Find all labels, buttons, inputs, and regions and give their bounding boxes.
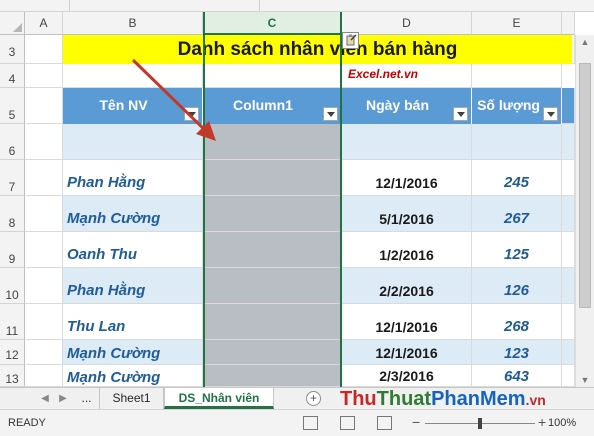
tab-prev-icon[interactable]: ◀ xyxy=(36,388,54,409)
watermark-part-1: Thu xyxy=(340,388,377,410)
watermark-part-3: PhanMem xyxy=(431,388,526,410)
status-ready: READY xyxy=(8,417,46,429)
watermark-part-2: Thuat xyxy=(376,388,432,410)
zoom-out-icon[interactable]: − xyxy=(412,414,420,430)
zoom-slider-knob[interactable] xyxy=(478,418,482,429)
page-break-icon[interactable] xyxy=(377,416,392,430)
zoom-level[interactable]: 100% xyxy=(548,417,576,429)
annotation-arrow-icon xyxy=(131,58,216,141)
scroll-up-icon[interactable]: ▲ xyxy=(576,35,594,49)
tab-more[interactable]: ... xyxy=(74,388,100,409)
tab-ds-nhan-vien[interactable]: DS_Nhân viên xyxy=(164,388,274,409)
normal-view-icon[interactable] xyxy=(303,416,318,430)
tab-sheet1[interactable]: Sheet1 xyxy=(100,388,164,409)
vertical-scrollbar[interactable]: ▲ ▼ xyxy=(575,35,594,387)
watermark-part-4: .vn xyxy=(525,392,546,408)
page-layout-icon[interactable] xyxy=(340,416,355,430)
scroll-thumb[interactable] xyxy=(579,63,591,308)
status-bar: READY − + 100% xyxy=(0,409,594,436)
scroll-down-icon[interactable]: ▼ xyxy=(576,373,594,387)
excel-window: A B C D E 3 4 5 6 7 8 9 10 11 12 13 Danh… xyxy=(0,0,594,436)
tab-next-icon[interactable]: ▶ xyxy=(54,388,72,409)
add-sheet-icon[interactable]: + xyxy=(306,391,321,406)
zoom-in-icon[interactable]: + xyxy=(538,414,546,430)
